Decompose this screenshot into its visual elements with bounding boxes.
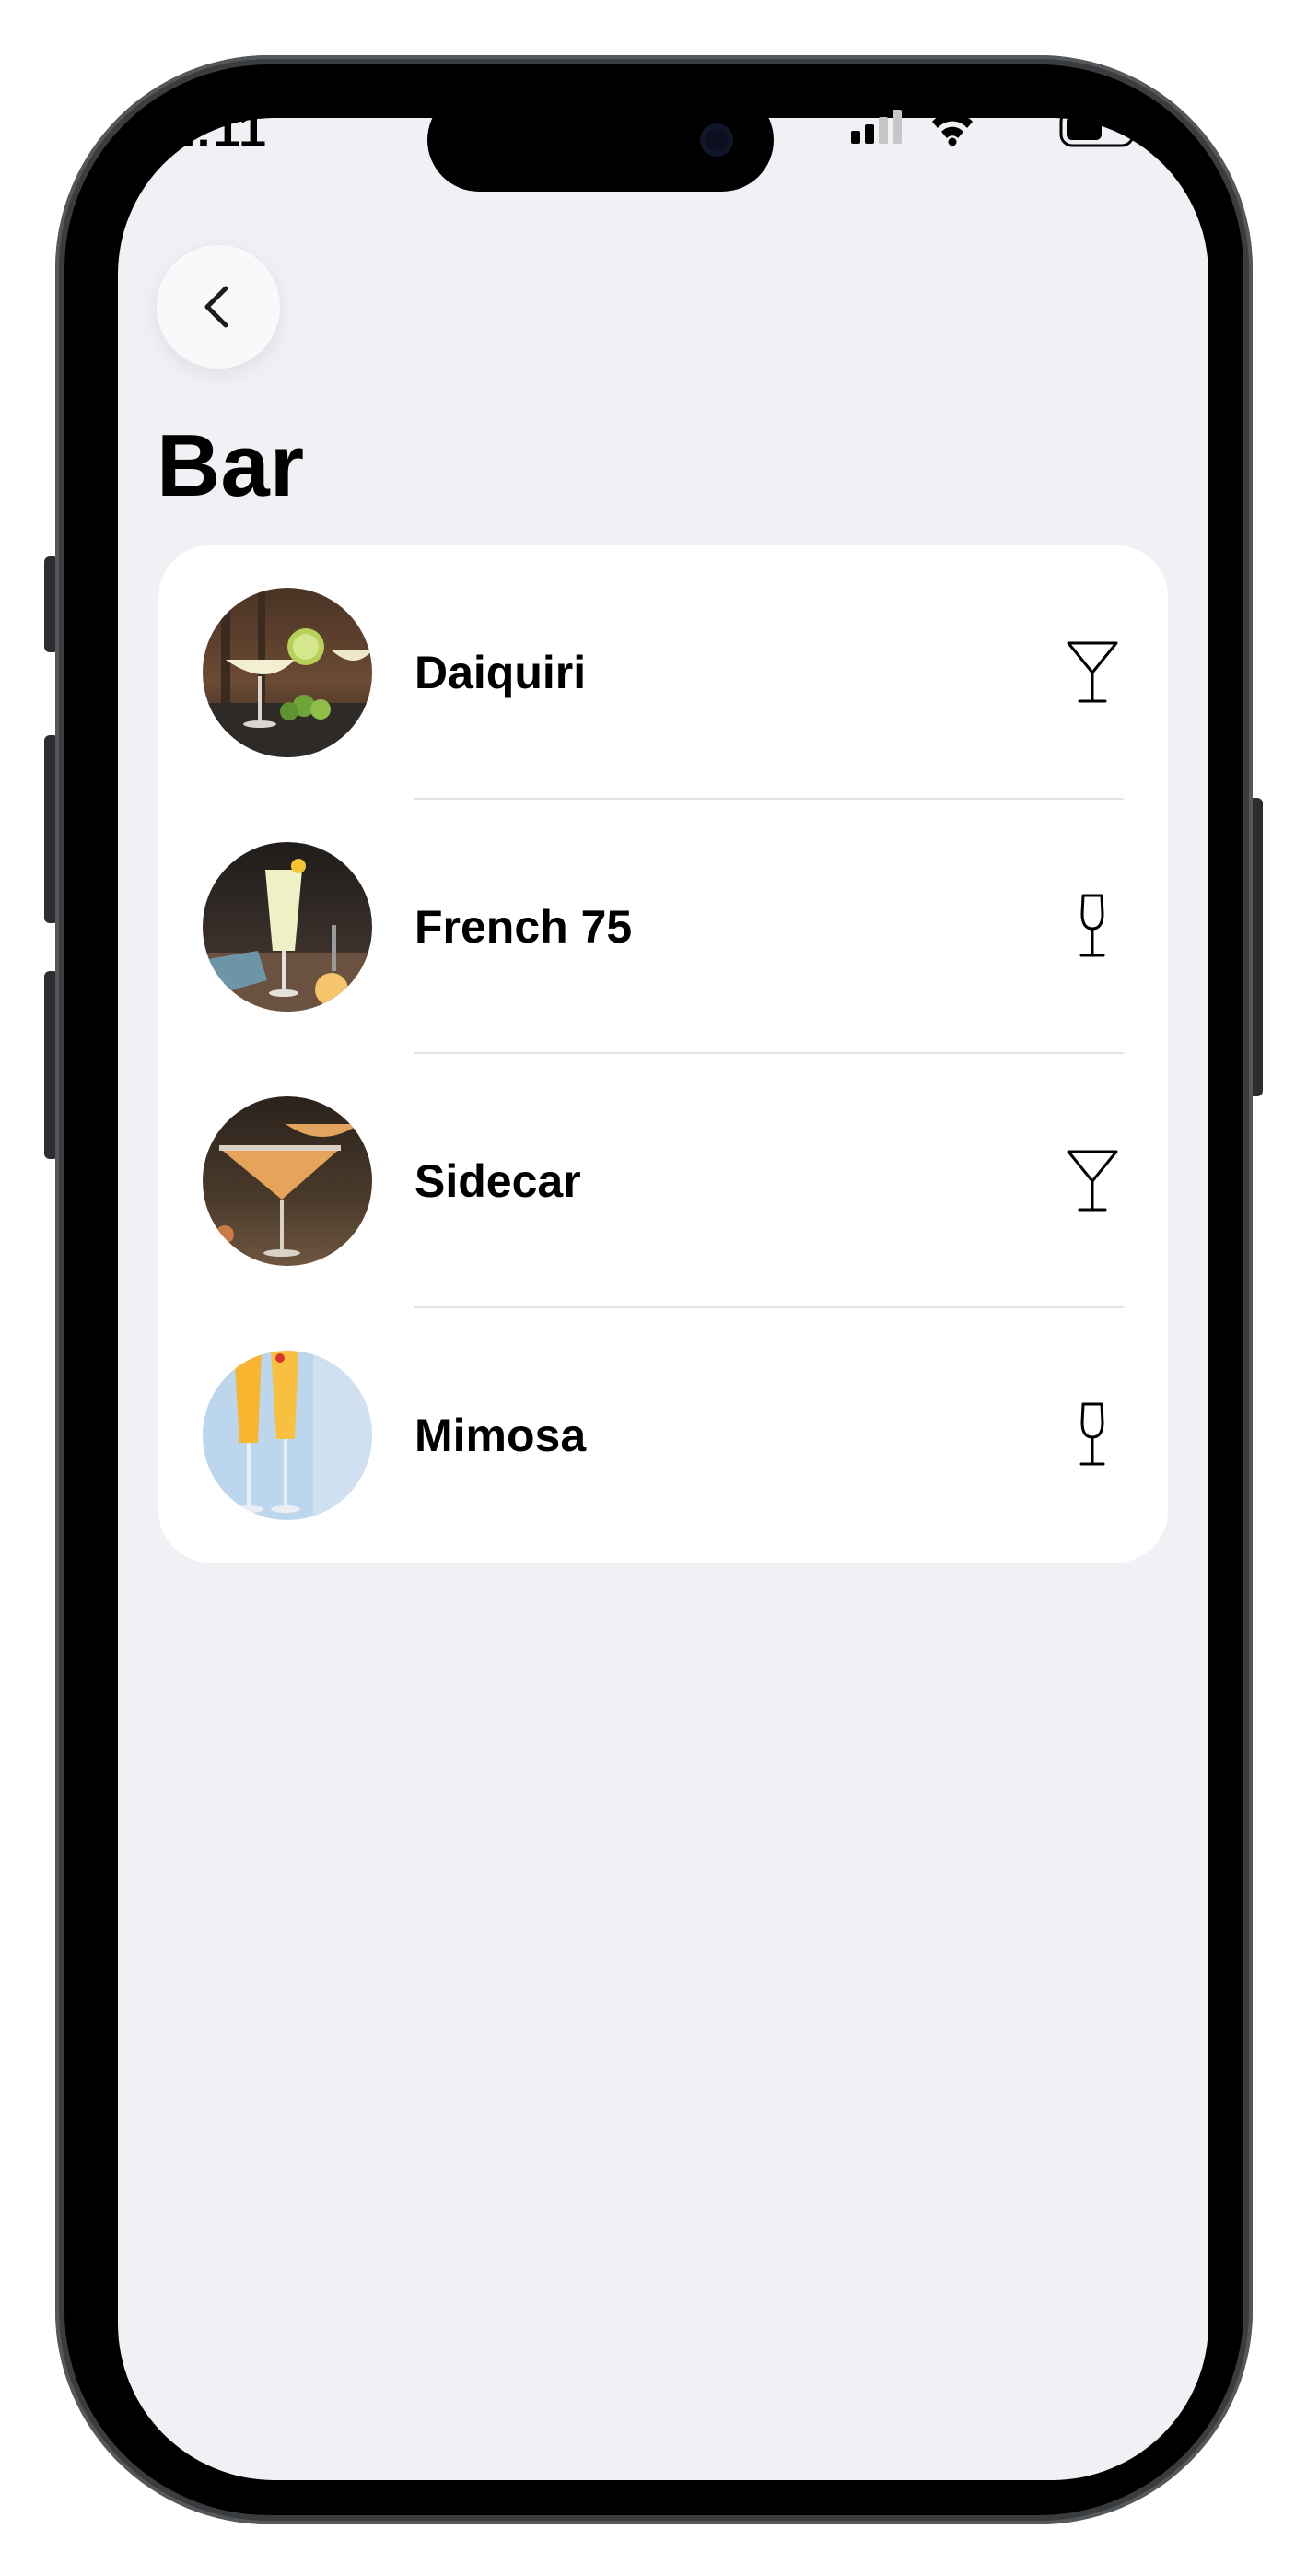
wine-glass-icon	[1079, 894, 1105, 957]
drink-photo-french-75	[203, 842, 372, 1012]
list-item-french-75[interactable]: French 75	[158, 800, 1168, 1054]
list-item-daiquiri[interactable]: Daiquiri	[158, 545, 1168, 800]
drink-photo-sidecar	[203, 1096, 372, 1266]
wine-glass-icon	[1079, 1402, 1105, 1466]
cellular-signal-icon	[851, 110, 902, 144]
drink-name: Sidecar	[414, 1155, 581, 1207]
back-button[interactable]	[157, 245, 280, 369]
chevron-left-icon	[204, 286, 228, 328]
drink-name: Mimosa	[414, 1410, 587, 1461]
page-title: Bar	[157, 416, 305, 515]
device-mockup: 22:11 Bar Daiquiri French 75 Sidecar Mim…	[0, 0, 1307, 2576]
drink-photo-daiquiri	[203, 588, 372, 757]
dynamic-island	[427, 88, 774, 192]
drink-name: Daiquiri	[414, 647, 587, 698]
list-item-sidecar[interactable]: Sidecar	[158, 1054, 1168, 1308]
drinks-list: Daiquiri French 75 Sidecar Mimosa	[158, 545, 1168, 1563]
status-time: 22:11	[137, 102, 268, 158]
cocktail-glass-icon	[1067, 641, 1118, 703]
status-icons	[851, 107, 1008, 147]
list-item-mimosa[interactable]: Mimosa	[158, 1308, 1168, 1563]
battery-icon	[1059, 109, 1139, 147]
drink-name: French 75	[414, 901, 633, 953]
wifi-icon	[932, 112, 973, 146]
cocktail-glass-icon	[1067, 1150, 1118, 1212]
drink-photo-mimosa	[203, 1351, 372, 1520]
front-camera-icon	[700, 123, 733, 157]
